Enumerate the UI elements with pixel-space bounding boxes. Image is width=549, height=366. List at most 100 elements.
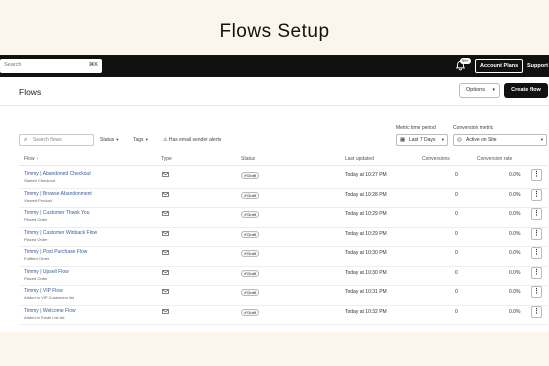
more-actions-icon[interactable]: ⋮ bbox=[531, 266, 542, 279]
notification-badge: 99+ bbox=[460, 58, 471, 64]
conversions-value: 0 bbox=[455, 250, 458, 256]
email-icon bbox=[162, 289, 169, 294]
flow-name-link[interactable]: Timmy | Welcome Flow bbox=[24, 308, 76, 314]
support-link[interactable]: Support bbox=[527, 59, 548, 73]
flow-name-link[interactable]: Timmy | Browse Abandonment bbox=[24, 191, 92, 197]
page-title: Flows bbox=[19, 87, 42, 97]
status-filter-label: Status bbox=[100, 137, 115, 143]
conversion-rate-value: 0.0% bbox=[509, 250, 521, 256]
flow-search-input[interactable]: ⌕ Search flows bbox=[19, 134, 94, 146]
top-nav-bar: Search ⌘K 99+ Account Plans Support bbox=[0, 55, 549, 77]
more-actions-icon[interactable]: ⋮ bbox=[531, 169, 542, 181]
conversions-value: 0 bbox=[455, 211, 458, 217]
email-sender-alerts-toggle[interactable]: ⚠ Has email sender alerts bbox=[163, 134, 221, 146]
flow-trigger: Viewed Product bbox=[24, 197, 52, 203]
conversions-value: 0 bbox=[455, 308, 458, 315]
banner: Flows Setup bbox=[0, 0, 549, 55]
target-icon: ◎ bbox=[457, 137, 462, 143]
table-row[interactable]: Timmy | Customer Winback Flow Placed Orde… bbox=[0, 227, 549, 247]
global-search-placeholder: Search bbox=[4, 62, 22, 68]
account-plans-button[interactable]: Account Plans bbox=[475, 59, 524, 73]
search-shortcut-hint: ⌘K bbox=[88, 62, 98, 68]
global-search-input[interactable]: Search ⌘K bbox=[0, 59, 102, 73]
conversion-metric-select[interactable]: ◎ Active on Site ▾ bbox=[453, 134, 547, 146]
conversion-metric-label: Conversion metric bbox=[453, 125, 494, 131]
conversions-value: 0 bbox=[455, 191, 458, 198]
status-text: Draft bbox=[247, 192, 257, 198]
flow-name-link[interactable]: Timmy | VIP Flow bbox=[24, 288, 63, 294]
time-period-select[interactable]: ▦ Last 7 Days ▾ bbox=[396, 134, 448, 146]
conversion-rate-value: 0.0% bbox=[509, 211, 521, 217]
flow-trigger: Added to Email List list bbox=[24, 314, 65, 320]
email-icon bbox=[162, 308, 169, 314]
table-row[interactable]: Timmy | Post Purchase Flow Fulfilled Orde… bbox=[0, 247, 549, 267]
conversion-rate-value: 0.0% bbox=[509, 308, 521, 315]
status-badge: ✔Draft bbox=[241, 230, 260, 238]
last-updated: Today at 10:28 PM bbox=[345, 191, 387, 198]
flow-name-link[interactable]: Timmy | Post Purchase Flow bbox=[24, 249, 87, 255]
conversions-value: 0 bbox=[455, 269, 458, 276]
calendar-icon: ▦ bbox=[400, 137, 406, 143]
more-actions-icon[interactable]: ⋮ bbox=[531, 227, 542, 240]
table-row[interactable]: Timmy | Browse Abandonment Viewed Product… bbox=[0, 188, 549, 208]
flow-trigger: Started Checkout bbox=[24, 178, 55, 183]
column-header-last-updated[interactable]: Last updated bbox=[345, 156, 374, 162]
conversion-rate-value: 0.0% bbox=[509, 172, 521, 178]
conversion-rate-value: 0.0% bbox=[509, 191, 521, 198]
column-header-status: Status bbox=[241, 156, 256, 162]
table-header-divider bbox=[19, 165, 548, 166]
table-row[interactable]: Timmy | Upsell Flow Placed Order ✔Draft Tod… bbox=[0, 266, 549, 286]
flow-trigger: Placed Order bbox=[24, 275, 48, 281]
create-flow-button[interactable]: Create flow bbox=[504, 83, 548, 98]
status-text: Draft bbox=[247, 290, 257, 295]
flows-page: Flows Options ▾ Create flow ⌕ Search flo… bbox=[0, 77, 549, 332]
table-row[interactable]: Timmy | Welcome Flow Added to Email List … bbox=[0, 305, 549, 325]
conversion-rate-value: 0.0% bbox=[509, 289, 521, 295]
chevron-down-icon: ▾ bbox=[116, 137, 119, 142]
last-updated: Today at 10:30 PM bbox=[345, 250, 387, 256]
flow-name-link[interactable]: Timmy | Customer Thank You bbox=[24, 210, 90, 216]
column-header-type: Type bbox=[161, 156, 172, 162]
tags-filter-dropdown[interactable]: Tags ▾ bbox=[129, 134, 152, 146]
status-badge: ✔Draft bbox=[241, 269, 260, 277]
conversions-value: 0 bbox=[455, 289, 458, 295]
last-updated: Today at 10:31 PM bbox=[345, 289, 387, 295]
chevron-down-icon: ▾ bbox=[441, 137, 444, 142]
column-header-flow[interactable]: Flow ↑ bbox=[24, 156, 38, 162]
flow-trigger: Added to VIP Customers list bbox=[24, 295, 74, 300]
last-updated: Today at 10:27 PM bbox=[345, 172, 387, 178]
column-header-conversion-rate: Conversion rate bbox=[477, 156, 513, 162]
row-divider bbox=[19, 324, 548, 325]
last-updated: Today at 10:29 PM bbox=[345, 211, 387, 217]
last-updated: Today at 10:32 PM bbox=[345, 308, 387, 315]
status-text: Draft bbox=[247, 270, 257, 276]
more-actions-icon[interactable]: ⋮ bbox=[531, 247, 542, 259]
table-row[interactable]: Timmy | Customer Thank You Placed Order ✔D… bbox=[0, 208, 549, 228]
more-actions-icon[interactable]: ⋮ bbox=[531, 286, 542, 298]
email-icon bbox=[162, 172, 169, 177]
more-actions-icon[interactable]: ⋮ bbox=[531, 305, 542, 318]
chevron-down-icon: ▾ bbox=[145, 137, 148, 142]
flow-name-link[interactable]: Timmy | Customer Winback Flow bbox=[24, 230, 97, 236]
flow-name-link[interactable]: Timmy | Upsell Flow bbox=[24, 269, 69, 275]
status-text: Draft bbox=[247, 251, 257, 256]
chevron-down-icon: ▾ bbox=[492, 87, 495, 93]
conversion-rate-value: 0.0% bbox=[509, 230, 521, 237]
status-badge: ✔Draft bbox=[241, 250, 260, 257]
chevron-down-icon: ▾ bbox=[540, 137, 543, 142]
more-actions-icon[interactable]: ⋮ bbox=[531, 188, 542, 201]
email-icon bbox=[162, 230, 169, 236]
status-text: Draft bbox=[247, 231, 257, 237]
table-row[interactable]: Timmy | VIP Flow Added to VIP Customers l… bbox=[0, 286, 549, 306]
status-filter-dropdown[interactable]: Status ▾ bbox=[96, 134, 122, 146]
status-text: Draft bbox=[247, 173, 257, 178]
flow-trigger: Placed Order bbox=[24, 217, 48, 222]
status-text: Draft bbox=[247, 309, 257, 315]
column-header-conversions: Conversions bbox=[422, 156, 450, 162]
header-divider bbox=[0, 105, 549, 106]
flow-name-link[interactable]: Timmy | Abandoned Checkout bbox=[24, 171, 91, 177]
table-row[interactable]: Timmy | Abandoned Checkout Started Checko… bbox=[0, 169, 549, 189]
more-actions-icon[interactable]: ⋮ bbox=[531, 208, 542, 220]
options-button[interactable]: Options ▾ bbox=[459, 83, 500, 98]
banner-title: Flows Setup bbox=[219, 21, 330, 42]
